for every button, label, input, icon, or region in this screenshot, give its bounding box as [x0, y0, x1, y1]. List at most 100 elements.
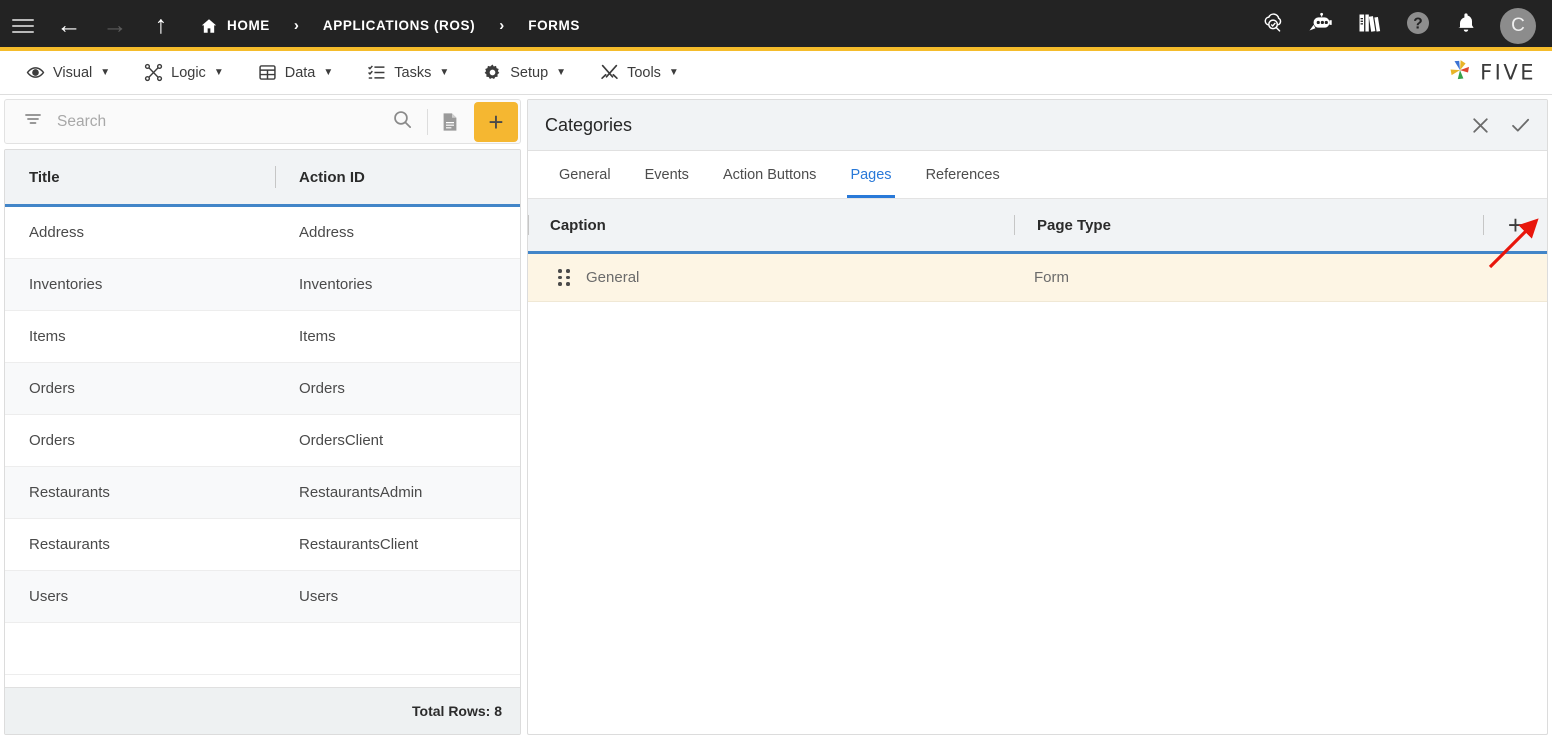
breadcrumb-separator-1: › — [293, 17, 299, 34]
robot-chat-icon — [1308, 11, 1336, 40]
gear-icon — [483, 63, 502, 82]
table-row[interactable]: Items Items — [5, 311, 520, 363]
page-title: Categories — [545, 114, 633, 135]
top-navigation-bar: ← → ↑ HOME › APPLICATIONS (ROS) › FORMS — [0, 0, 1552, 51]
help-icon: ? — [1405, 10, 1431, 41]
column-header-title-label: Title — [29, 168, 60, 186]
menu-label-logic: Logic — [171, 64, 206, 81]
five-logo[interactable]: FIVE — [1447, 57, 1536, 88]
close-button[interactable] — [1471, 116, 1490, 135]
cell-title: Orders — [29, 380, 75, 397]
cell-action-id: Orders — [299, 380, 345, 397]
hamburger-menu-button[interactable] — [0, 0, 46, 51]
breadcrumb-label-forms: FORMS — [528, 18, 580, 33]
library-books-icon — [1357, 10, 1383, 41]
menu-item-tools[interactable]: Tools ▼ — [588, 51, 691, 94]
cell-action-id: OrdersClient — [299, 432, 384, 449]
cloud-search-icon — [1261, 10, 1287, 41]
task-list-icon — [367, 63, 386, 82]
add-form-button[interactable]: + — [474, 101, 518, 142]
cell-title: Address — [29, 224, 85, 241]
table-row[interactable]: Address Address — [5, 207, 520, 259]
tab-action-buttons[interactable]: Action Buttons — [706, 151, 834, 198]
breadcrumb-item-home[interactable]: HOME — [200, 17, 270, 35]
library-button[interactable] — [1348, 4, 1392, 48]
chevron-down-icon: ▼ — [439, 67, 450, 78]
arrow-left-icon: ← — [56, 11, 82, 39]
user-avatar[interactable]: C — [1500, 7, 1536, 44]
document-icon[interactable] — [428, 100, 472, 144]
cell-action-id: RestaurantsAdmin — [299, 484, 423, 501]
filter-icon[interactable] — [5, 109, 57, 134]
breadcrumb-label-home: HOME — [227, 18, 270, 33]
table-row[interactable]: Restaurants RestaurantsAdmin — [5, 467, 520, 519]
plus-icon: + — [1507, 210, 1524, 240]
column-header-caption-label: Caption — [550, 216, 606, 234]
table-row[interactable]: General Form — [528, 254, 1547, 302]
tab-pages[interactable]: Pages — [833, 151, 908, 198]
table-row[interactable]: Orders OrdersClient — [5, 415, 520, 467]
table-grid-icon — [258, 63, 277, 82]
cell-action-id: Items — [299, 328, 336, 345]
table-row[interactable]: Restaurants RestaurantsClient — [5, 519, 520, 571]
tab-general-label: General — [559, 166, 611, 183]
chevron-down-icon: ▼ — [323, 67, 334, 78]
search-icon[interactable] — [378, 109, 427, 135]
tab-events[interactable]: Events — [628, 151, 706, 198]
add-page-button[interactable]: + — [1484, 199, 1547, 251]
home-icon — [200, 17, 218, 35]
menu-label-data: Data — [284, 64, 316, 81]
notification-bell-icon — [1454, 11, 1478, 40]
cell-title: Restaurants — [29, 536, 110, 553]
five-logo-mark-icon — [1447, 57, 1473, 88]
column-header-page-type-label: Page Type — [1037, 216, 1111, 234]
eye-icon — [26, 63, 45, 82]
plus-icon: + — [488, 106, 504, 137]
confirm-button[interactable] — [1510, 115, 1531, 136]
search-toolbar: + — [4, 99, 521, 144]
arrow-right-icon: → — [102, 11, 128, 39]
breadcrumb-label-applications: APPLICATIONS (ROS) — [322, 18, 476, 33]
cell-page-type: Form — [1034, 269, 1069, 286]
menu-item-tasks[interactable]: Tasks ▼ — [355, 51, 461, 94]
hamburger-icon — [12, 15, 34, 37]
main-content: + Title Action ID Address Address Inv — [0, 95, 1552, 739]
column-header-action-id[interactable]: Action ID — [276, 150, 520, 204]
menu-item-visual[interactable]: Visual ▼ — [14, 51, 122, 94]
up-button[interactable]: ↑ — [138, 0, 184, 51]
column-header-page-type[interactable]: Page Type — [1015, 199, 1483, 251]
arrow-up-icon: ↑ — [154, 11, 168, 39]
avatar-initial: C — [1511, 14, 1525, 36]
chevron-down-icon: ▼ — [100, 67, 111, 78]
forward-button[interactable]: → — [92, 0, 138, 51]
cell-action-id: Users — [299, 588, 339, 605]
column-header-caption[interactable]: Caption — [529, 199, 1014, 251]
breadcrumb-item-forms[interactable]: FORMS — [528, 18, 580, 33]
menu-item-setup[interactable]: Setup ▼ — [471, 51, 578, 94]
cell-action-id: Address — [299, 224, 355, 241]
notifications-button[interactable] — [1444, 4, 1488, 48]
pages-grid-header: Caption Page Type + — [528, 199, 1547, 254]
tab-references[interactable]: References — [909, 151, 1017, 198]
search-input[interactable] — [57, 112, 378, 131]
breadcrumb-item-applications[interactable]: APPLICATIONS (ROS) — [323, 18, 475, 33]
check-icon — [1512, 118, 1530, 132]
chevron-down-icon: ▼ — [556, 67, 567, 78]
cell-action-id: RestaurantsClient — [299, 536, 419, 553]
menu-item-data[interactable]: Data ▼ — [246, 51, 346, 94]
detail-tabs: General Events Action Buttons Pages Refe… — [528, 151, 1547, 199]
help-button[interactable]: ? — [1396, 4, 1440, 48]
svg-text:?: ? — [1413, 16, 1422, 33]
cloud-search-button[interactable] — [1252, 4, 1296, 48]
chatbot-button[interactable] — [1300, 4, 1344, 48]
table-row[interactable]: Inventories Inventories — [5, 259, 520, 311]
table-row[interactable]: Orders Orders — [5, 363, 520, 415]
menu-item-logic[interactable]: Logic ▼ — [132, 51, 236, 94]
tab-action-buttons-label: Action Buttons — [722, 166, 817, 183]
drag-handle-icon[interactable] — [546, 269, 582, 286]
back-button[interactable]: ← — [46, 0, 92, 51]
table-row[interactable]: Users Users — [5, 571, 520, 623]
tab-general[interactable]: General — [542, 151, 628, 198]
column-header-title[interactable]: Title — [5, 150, 275, 204]
menu-label-visual: Visual — [53, 64, 93, 81]
